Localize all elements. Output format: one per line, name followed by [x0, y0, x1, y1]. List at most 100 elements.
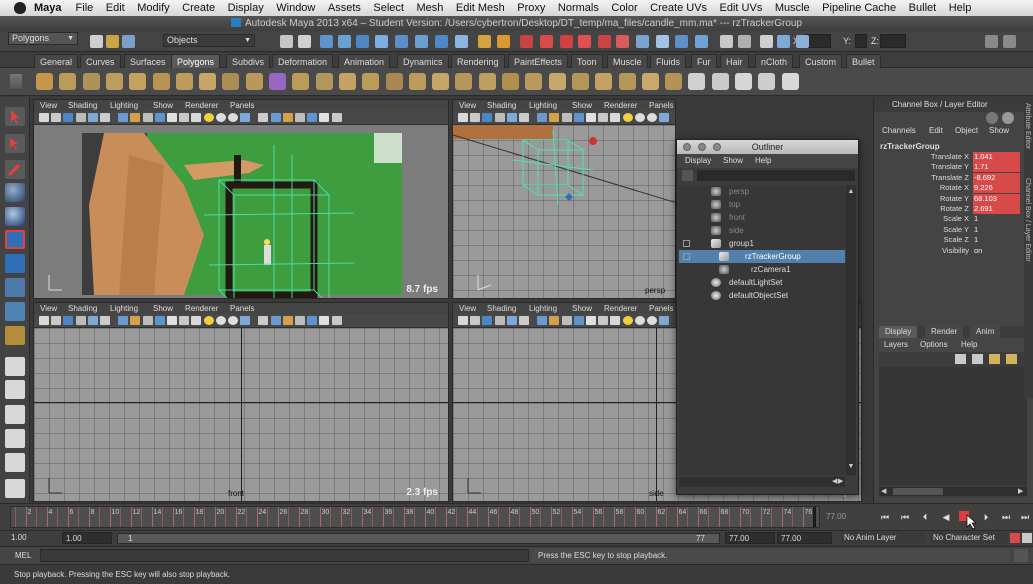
scroll-down-icon[interactable]: ▼ [847, 463, 855, 472]
channel-value[interactable]: -8.692 [973, 172, 1020, 183]
shelf-tool-icon[interactable] [59, 73, 77, 90]
menu-set-dropdown[interactable]: Polygons ▼ [8, 32, 78, 45]
script-editor-icon[interactable] [1014, 549, 1028, 562]
panel-tool-icon[interactable] [100, 316, 110, 325]
scroll-left-icon[interactable]: ◀ [881, 487, 886, 495]
status-tool-icon[interactable] [520, 35, 533, 48]
channel-row-rotate-z[interactable]: Rotate Z 2.691 [874, 204, 1022, 214]
panel-tool-icon[interactable] [506, 113, 517, 122]
rotate-tool-icon[interactable] [5, 207, 25, 226]
panel-tool-icon[interactable] [282, 316, 293, 325]
attribute-editor-tab[interactable]: Attribute Editor [1024, 103, 1031, 149]
panel-tool-icon[interactable] [39, 316, 49, 325]
panel-menu-view[interactable]: View [40, 304, 57, 313]
go-to-start-button[interactable]: ⏮ [879, 512, 891, 522]
shelf-tab-painteffects[interactable]: PaintEffects [508, 54, 568, 68]
channel-row-scale-z[interactable]: Scale Z 1 [874, 235, 1022, 245]
shelf-tool-icon[interactable] [735, 73, 752, 90]
shelf-tool-icon[interactable] [758, 73, 776, 90]
panel-tool-icon[interactable] [51, 113, 62, 122]
shelf-tool-icon[interactable] [641, 73, 659, 90]
channel-value[interactable]: 1.71 [973, 162, 1020, 173]
panel-tool-icon[interactable] [240, 113, 251, 122]
channel-menu-channels[interactable]: Channels [882, 126, 916, 135]
shelf-menu-icon[interactable] [10, 74, 22, 89]
outliner-item-group1[interactable]: group1 [679, 237, 845, 250]
panel-tool-icon[interactable] [537, 113, 548, 122]
shelf-tab-fluids[interactable]: Fluids [650, 54, 687, 68]
channel-value[interactable]: 1.041 [973, 152, 1020, 162]
menu-window[interactable]: Window [276, 2, 315, 14]
menu-normals[interactable]: Normals [558, 2, 599, 14]
outliner-menu-display[interactable]: Display [685, 156, 711, 165]
panel-tool-icon[interactable] [586, 316, 596, 325]
layer-tab-anim[interactable]: Anim [970, 326, 1001, 338]
shelf-tool-icon[interactable] [408, 73, 426, 90]
single-pane-layout-icon[interactable] [5, 357, 25, 376]
shelf-tool-icon[interactable] [105, 73, 123, 90]
shelf-tool-icon[interactable] [362, 73, 380, 90]
outliner-item-persp[interactable]: persp [679, 185, 845, 198]
paint-select-icon[interactable] [5, 160, 25, 179]
panel-tool-icon[interactable] [319, 316, 330, 325]
layer-sort-icon[interactable] [1006, 354, 1017, 364]
channel-row-rotate-y[interactable]: Rotate Y 68.103 [874, 193, 1022, 204]
shelf-tab-surfaces[interactable]: Surfaces [124, 54, 172, 68]
panel-menu-shading[interactable]: Shading [68, 101, 97, 110]
shelf-tool-icon[interactable] [525, 73, 543, 90]
status-tool-icon[interactable] [435, 35, 448, 48]
shelf-tab-animation[interactable]: Animation [338, 54, 391, 68]
channel-value[interactable]: on [973, 246, 1020, 256]
panel-tool-icon[interactable] [130, 316, 141, 325]
status-tool-icon[interactable] [497, 35, 510, 48]
shelf-tab-muscle[interactable]: Muscle [607, 54, 648, 68]
panel-tool-icon[interactable] [494, 316, 505, 325]
channel-row-scale-x[interactable]: Scale X 1 [874, 214, 1022, 224]
menu-select[interactable]: Select [373, 2, 404, 14]
outliner-item-top[interactable]: top [679, 198, 845, 211]
shelf-tool-icon[interactable] [665, 73, 683, 90]
preferences-icon[interactable] [1022, 533, 1032, 543]
animation-start-field[interactable]: 1.00 [8, 532, 63, 544]
menu-proxy[interactable]: Proxy [517, 2, 545, 14]
panel-tool-icon[interactable] [154, 316, 165, 325]
panel-menu-lighting[interactable]: Lighting [529, 101, 557, 110]
status-tool-icon[interactable] [695, 35, 708, 48]
panel-tool-icon[interactable] [203, 316, 214, 325]
viewport-camera[interactable]: 8.7 fps View Shading Lighting Show Renderer P… [33, 99, 449, 299]
panel-tool-icon[interactable] [458, 113, 468, 122]
panel-menu-show[interactable]: Show [153, 101, 173, 110]
shelf-tool-icon[interactable] [175, 73, 193, 90]
status-tool-icon[interactable] [356, 35, 369, 48]
panel-tool-icon[interactable] [659, 316, 670, 325]
scale-tool-icon[interactable] [5, 230, 25, 249]
channel-value[interactable]: 68.103 [973, 193, 1020, 204]
shelf-tool-icon[interactable] [432, 73, 450, 90]
menu-file[interactable]: File [76, 2, 94, 14]
filter-icon[interactable] [682, 170, 693, 181]
panel-tool-icon[interactable] [659, 113, 670, 122]
panel-tool-icon[interactable] [586, 113, 596, 122]
layer-horizontal-scrollbar[interactable]: ◀ ▶ [879, 487, 1027, 496]
shelf-tool-icon[interactable] [292, 73, 310, 90]
graph-layout-icon[interactable] [5, 453, 25, 472]
viewport-persp[interactable]: persp View Shading Lighting Show Renderer Pan… [452, 99, 676, 299]
shelf-tab-rendering[interactable]: Rendering [451, 54, 505, 68]
outliner-item-front[interactable]: front [679, 211, 845, 224]
panel-tool-icon[interactable] [179, 316, 190, 325]
panel-tool-icon[interactable] [519, 113, 529, 122]
shelf-tab-toon[interactable]: Toon [571, 54, 603, 68]
status-tool-icon[interactable] [478, 35, 491, 48]
outliner-search-input[interactable] [697, 170, 855, 181]
shelf-tool-icon[interactable] [688, 73, 706, 90]
lasso-tool-icon[interactable] [5, 134, 25, 153]
channel-row-scale-y[interactable]: Scale Y 1 [874, 225, 1022, 235]
layer-options-icon[interactable] [989, 354, 1000, 364]
step-forward-key-button[interactable]: ⏭ [1000, 512, 1012, 522]
panel-tool-icon[interactable] [228, 316, 238, 325]
shelf-tab-bullet[interactable]: Bullet [846, 54, 881, 68]
soft-modification-icon[interactable] [5, 278, 25, 297]
panel-menu-panels[interactable]: Panels [649, 101, 673, 110]
step-back-frame-button[interactable]: ⏴ [919, 512, 931, 522]
scroll-up-icon[interactable]: ▲ [847, 188, 855, 197]
